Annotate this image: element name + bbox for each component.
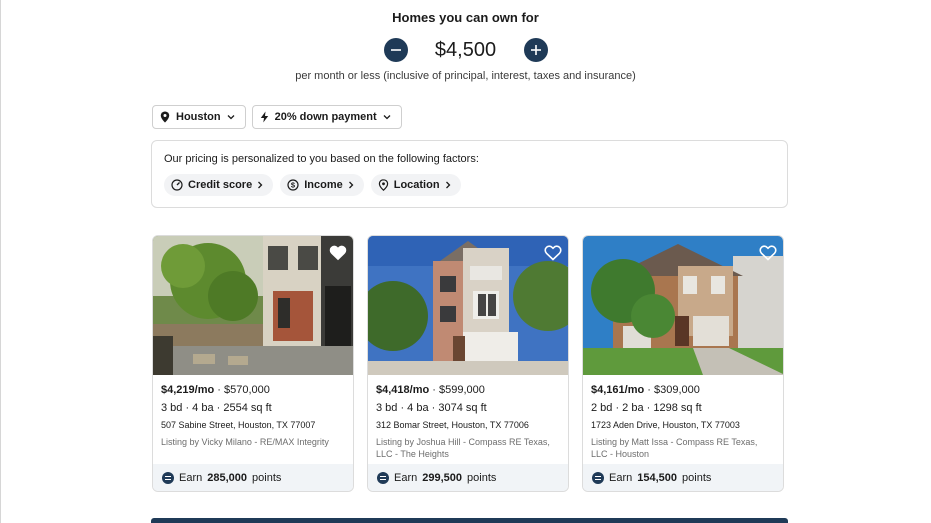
points-prefix: Earn — [394, 471, 418, 484]
points-banner: Earn 154,500 points — [583, 464, 783, 491]
income-chip[interactable]: $ Income — [280, 174, 364, 196]
points-prefix: Earn — [609, 471, 633, 484]
listing-address: 1723 Aden Drive, Houston, TX 77003 — [591, 420, 740, 430]
listing-price: $4,418/mo · $599,000 — [376, 384, 560, 396]
home-price: $309,000 — [654, 384, 700, 396]
page-title: Homes you can own for — [392, 10, 539, 25]
listing-details: $4,219/mo · $570,000 3 bd · 4 ba · 2554 … — [153, 375, 353, 448]
chevron-right-icon — [445, 181, 450, 189]
chevron-right-icon — [258, 181, 263, 189]
lightning-icon — [260, 111, 268, 123]
budget-description: per month or less (inclusive of principa… — [295, 70, 636, 82]
monthly-payment: $4,418/mo — [376, 384, 430, 396]
filter-bar: Houston 20% down payment — [152, 105, 402, 129]
listing-specs: 2 bd · 2 ba · 1298 sq ft — [591, 402, 702, 414]
chevron-right-icon — [348, 181, 354, 189]
listing-cards: $4,219/mo · $570,000 3 bd · 4 ba · 2554 … — [152, 235, 784, 492]
down-payment-dropdown[interactable]: 20% down payment — [251, 105, 402, 129]
listing-address: 507 Sabine Street, Houston, TX 77007 — [161, 420, 316, 430]
gauge-icon — [171, 179, 183, 191]
house-photo — [153, 236, 353, 375]
listing-card[interactable]: $4,219/mo · $570,000 3 bd · 4 ba · 2554 … — [152, 235, 354, 492]
listing-address: 312 Bomar Street, Houston, TX 77006 — [376, 420, 529, 430]
chevron-down-icon — [227, 115, 235, 120]
pricing-factors-text: Our pricing is personalized to you based… — [164, 153, 479, 165]
listing-agent: Listing by Joshua Hill - Compass RE Texa… — [376, 437, 550, 459]
listing-specs: 3 bd · 4 ba · 3074 sq ft — [376, 402, 487, 414]
house-photo — [583, 236, 783, 375]
location-chip-label: Location — [393, 179, 440, 191]
points-icon — [377, 471, 389, 484]
location-chip[interactable]: Location — [370, 174, 461, 196]
map-pin-outline-icon — [378, 179, 388, 191]
monthly-payment: $4,161/mo — [591, 384, 645, 396]
points-suffix: points — [682, 471, 712, 484]
listing-photo — [583, 236, 783, 375]
heart-outline-icon[interactable] — [759, 244, 777, 262]
monthly-payment: $4,219/mo — [161, 384, 215, 396]
map-pin-icon — [160, 111, 170, 123]
listing-card[interactable]: $4,161/mo · $309,000 2 bd · 2 ba · 1298 … — [582, 235, 784, 492]
heart-icon[interactable] — [329, 244, 347, 262]
listing-price: $4,161/mo · $309,000 — [591, 384, 775, 396]
separator: · — [217, 384, 221, 396]
bottom-banner — [151, 518, 788, 523]
heart-outline-icon[interactable] — [544, 244, 562, 262]
points-banner: Earn 285,000 points — [153, 464, 353, 491]
location-dropdown-label: Houston — [176, 111, 221, 123]
income-chip-label: Income — [304, 179, 343, 191]
listing-photo — [153, 236, 353, 375]
pricing-factors-panel: Our pricing is personalized to you based… — [151, 140, 788, 208]
decrease-budget-button[interactable] — [383, 38, 408, 62]
credit-score-chip[interactable]: Credit score — [164, 174, 274, 196]
listing-agent: Listing by Matt Issa - Compass RE Texas,… — [591, 437, 758, 459]
separator: · — [432, 384, 436, 396]
house-photo — [368, 236, 568, 375]
listing-details: $4,161/mo · $309,000 2 bd · 2 ba · 1298 … — [583, 375, 783, 460]
listing-agent: Listing by Vicky Milano - RE/MAX Integri… — [161, 437, 329, 447]
plus-icon — [530, 45, 541, 55]
home-price: $599,000 — [439, 384, 485, 396]
svg-text:$: $ — [291, 181, 296, 190]
points-prefix: Earn — [179, 471, 203, 484]
home-price: $570,000 — [224, 384, 270, 396]
points-value: 299,500 — [422, 471, 463, 484]
budget-stepper: $4,500 — [0, 38, 931, 62]
points-value: 154,500 — [637, 471, 678, 484]
increase-budget-button[interactable] — [523, 38, 548, 62]
points-suffix: points — [252, 471, 282, 484]
listing-price: $4,219/mo · $570,000 — [161, 384, 345, 396]
factor-chips: Credit score $ Income Location — [164, 174, 461, 196]
dollar-icon: $ — [287, 179, 299, 191]
listing-details: $4,418/mo · $599,000 3 bd · 4 ba · 3074 … — [368, 375, 568, 460]
listing-specs: 3 bd · 4 ba · 2554 sq ft — [161, 402, 272, 414]
chevron-down-icon — [383, 115, 391, 120]
listing-photo — [368, 236, 568, 375]
separator: · — [647, 384, 651, 396]
down-payment-dropdown-label: 20% down payment — [274, 111, 377, 123]
points-value: 285,000 — [207, 471, 248, 484]
points-banner: Earn 299,500 points — [368, 464, 568, 491]
listing-card[interactable]: $4,418/mo · $599,000 3 bd · 4 ba · 3074 … — [367, 235, 569, 492]
budget-amount: $4,500 — [434, 38, 497, 61]
location-dropdown[interactable]: Houston — [152, 105, 246, 129]
points-icon — [162, 471, 174, 484]
points-icon — [592, 471, 604, 484]
credit-score-chip-label: Credit score — [188, 179, 253, 191]
minus-icon — [390, 49, 401, 51]
points-suffix: points — [467, 471, 497, 484]
